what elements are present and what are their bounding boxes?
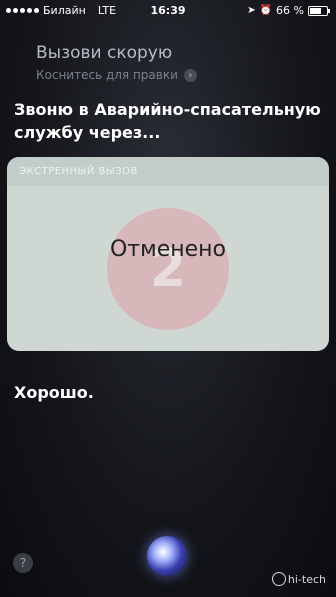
siri-orb-button[interactable]: [147, 536, 187, 576]
siri-query[interactable]: Вызови скорую: [36, 43, 172, 63]
countdown-number: 2: [149, 239, 187, 299]
location-icon: ➤: [247, 5, 256, 16]
battery-icon: [308, 5, 330, 16]
emergency-call-card[interactable]: ЭКСТРЕННЫЙ ВЫЗОВ 2 Отменено: [7, 157, 329, 351]
alarm-icon: ⏰: [259, 5, 273, 16]
help-button[interactable]: ?: [13, 553, 33, 573]
chevron-right-icon: ›: [183, 68, 197, 82]
card-header: ЭКСТРЕННЫЙ ВЫЗОВ: [7, 157, 329, 186]
siri-response: Звоню в Аварийно-спасательную службу чер…: [14, 100, 321, 142]
status-bar: Билайн LTE 16:39 ➤ ⏰ 66 %: [0, 0, 336, 20]
call-status: Отменено: [109, 237, 227, 262]
watermark: hi-tech: [271, 572, 326, 586]
battery-fill: [310, 7, 321, 14]
tap-to-edit-label: Коснитесь для правки: [36, 68, 178, 82]
status-right: ➤ ⏰ 66 %: [247, 4, 330, 17]
battery-percent: 66 %: [276, 4, 304, 17]
tap-to-edit[interactable]: Коснитесь для правки ›: [36, 68, 197, 82]
siri-reply: Хорошо.: [14, 383, 94, 402]
watermark-text: hi-tech: [287, 572, 326, 586]
watermark-logo-icon: [271, 572, 286, 586]
